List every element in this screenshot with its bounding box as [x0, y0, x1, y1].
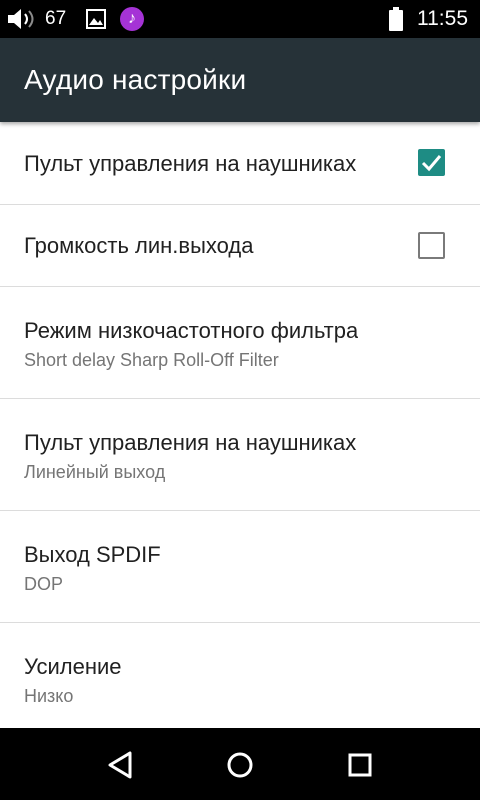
- setting-summary: Short delay Sharp Roll-Off Filter: [24, 350, 279, 370]
- setting-headset-remote[interactable]: Пульт управления на наушниках Линейный в…: [0, 399, 480, 511]
- music-icon: ♪: [120, 7, 144, 31]
- clock: 11:55: [417, 7, 468, 30]
- setting-gain[interactable]: Усиление Низко: [0, 623, 480, 728]
- recents-icon[interactable]: [343, 748, 377, 782]
- volume-icon: [6, 7, 40, 36]
- checkmark-icon: [421, 155, 442, 172]
- setting-line-out-volume[interactable]: Громкость лин.выхода: [0, 205, 480, 287]
- settings-list: Пульт управления на наушниках Громкость …: [0, 122, 480, 728]
- status-bar: 67 ♪ 11:55: [0, 0, 480, 38]
- image-icon: [86, 9, 106, 34]
- setting-title: Громкость лин.выхода: [24, 233, 254, 258]
- battery-icon: [389, 7, 403, 36]
- setting-title: Пульт управления на наушниках: [24, 151, 357, 176]
- setting-spdif-output[interactable]: Выход SPDIF DOP: [0, 511, 480, 623]
- nav-bar: [0, 728, 480, 800]
- setting-headset-remote-toggle[interactable]: Пульт управления на наушниках: [0, 122, 480, 205]
- back-icon[interactable]: [103, 748, 137, 782]
- home-icon[interactable]: [223, 748, 257, 782]
- volume-level: 67: [45, 8, 67, 29]
- setting-title: Выход SPDIF: [24, 542, 161, 567]
- line-out-volume-checkbox[interactable]: [418, 232, 445, 259]
- app-bar: Аудио настройки: [0, 38, 480, 122]
- setting-summary: DOP: [24, 574, 64, 594]
- setting-title: Пульт управления на наушниках: [24, 430, 357, 455]
- setting-title: Усиление: [24, 654, 122, 679]
- setting-lowpass-filter-mode[interactable]: Режим низкочастотного фильтра Short dela…: [0, 287, 480, 399]
- setting-summary: Низко: [24, 686, 74, 706]
- setting-title: Режим низкочастотного фильтра: [24, 318, 359, 343]
- page-title: Аудио настройки: [24, 64, 247, 95]
- headset-remote-checkbox[interactable]: [418, 149, 445, 176]
- setting-summary: Линейный выход: [24, 462, 166, 482]
